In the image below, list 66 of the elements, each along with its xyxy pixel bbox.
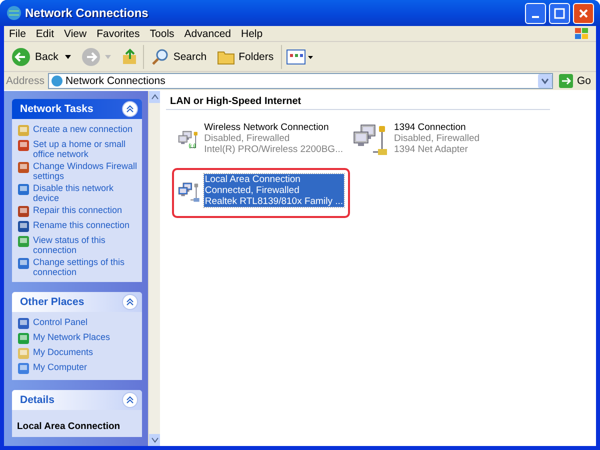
adapter-name: Intel(R) PRO/Wireless 2200BG... (204, 144, 343, 155)
group-heading: LAN or High-Speed Internet (166, 94, 550, 110)
go-button[interactable]: Go (556, 72, 594, 90)
scroll-down-icon[interactable] (149, 434, 161, 446)
chevron-icon (126, 396, 134, 404)
search-icon (151, 48, 170, 66)
task-link[interactable]: Control Panel (17, 317, 140, 330)
scrollbar[interactable] (148, 91, 160, 446)
connection-item[interactable]: 1394 Connection Disabled, Firewalled 1394 Net Adapter (347, 116, 525, 166)
panel-title: Other Places (20, 296, 84, 308)
menu-item[interactable]: Tools (144, 28, 180, 40)
chevron-icon (126, 105, 134, 113)
connection-status: Connected, Firewalled (204, 185, 300, 196)
panel-title: Details (20, 394, 54, 406)
dropdown-arrow-icon[interactable] (65, 54, 72, 58)
maximize-button[interactable] (549, 2, 570, 24)
task-link[interactable]: Set up a home or small office network (17, 139, 140, 159)
address-field[interactable]: Network Connections (48, 73, 553, 89)
collapse-button[interactable] (122, 101, 138, 117)
maximize-icon (554, 8, 565, 18)
menu-item[interactable]: Advanced (179, 28, 236, 40)
task-link[interactable]: My Computer (17, 362, 140, 375)
menu-item[interactable]: Help (236, 28, 268, 40)
adapter-name: 1394 Net Adapter (394, 144, 469, 155)
collapse-button[interactable] (122, 294, 138, 310)
go-arrow-icon (558, 74, 573, 88)
window-title: Network Connections (25, 6, 150, 20)
menu-item[interactable]: File (4, 28, 31, 40)
connection-name: Local Area Connection (204, 174, 302, 185)
task-link[interactable]: Change Windows Firewall settings (17, 161, 140, 181)
menu-item[interactable]: Edit (30, 28, 60, 40)
connection-status: Disabled, Firewalled (394, 133, 480, 144)
close-button[interactable] (573, 2, 594, 24)
adapter-name: Realtek RTL8139/810x Family ... (204, 196, 343, 207)
menu-item[interactable]: Favorites (92, 28, 145, 40)
connection-name: Wireless Network Connection (204, 122, 330, 133)
address-label: Address (6, 75, 45, 87)
task-link[interactable]: View status of this connection (17, 235, 140, 255)
task-link[interactable]: Create a new connection (17, 124, 140, 137)
collapse-button[interactable] (122, 392, 138, 408)
search-button[interactable]: Search (148, 46, 210, 68)
task-link[interactable]: Repair this connection (17, 205, 140, 218)
menu-item[interactable]: View (59, 28, 92, 40)
task-link[interactable]: My Documents (17, 347, 140, 360)
back-button[interactable]: Back (8, 44, 62, 68)
task-link[interactable]: Rename this connection (17, 220, 140, 233)
close-icon (578, 8, 589, 18)
connection-item[interactable]: Wireless Network Connection Disabled, Firewalled Intel(R) PRO/Wireless 2200BG... (172, 116, 350, 166)
scroll-up-icon[interactable] (149, 91, 161, 103)
connection-status: Disabled, Firewalled (204, 133, 291, 144)
folders-button[interactable]: Folders (214, 46, 277, 66)
minimize-button[interactable] (525, 2, 546, 24)
globe-icon (50, 75, 63, 87)
windows-flag-icon (574, 26, 590, 40)
panel-title: Network Tasks (20, 103, 94, 115)
task-link[interactable]: Change settings of this connection (17, 257, 140, 277)
connection-item[interactable]: Local Area Connection Connected, Firewalled Realtek RTL8139/810x Family ... (172, 168, 350, 218)
chevron-icon (126, 298, 134, 306)
task-link[interactable]: My Network Places (17, 332, 140, 345)
globe-icon (6, 5, 22, 21)
views-icon[interactable] (286, 48, 314, 66)
details-heading: Local Area Connection (17, 420, 122, 432)
folder-icon (216, 48, 235, 64)
task-link[interactable]: Disable this network device (17, 183, 140, 203)
connection-name: 1394 Connection (394, 122, 467, 133)
minimize-icon (532, 16, 539, 18)
